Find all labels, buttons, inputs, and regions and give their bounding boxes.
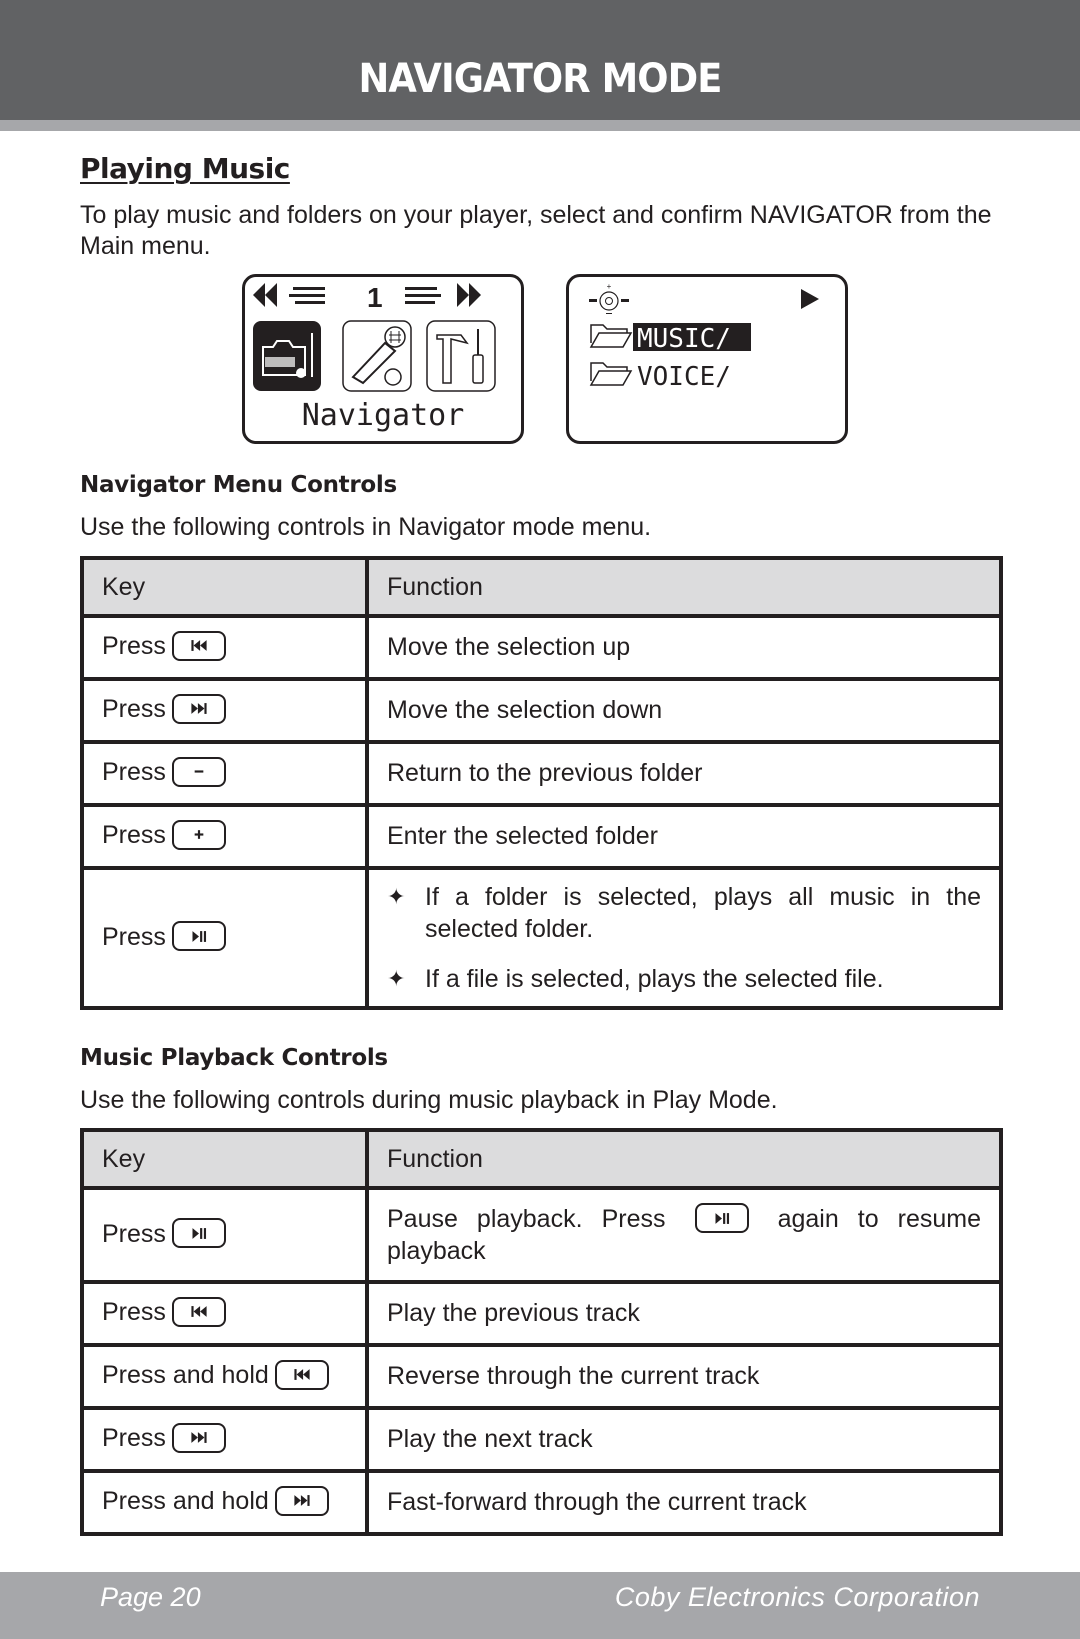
navigator-screen: + MUSIC/ VOICE/	[566, 274, 848, 444]
key-cell: Press	[80, 1406, 369, 1473]
intro-paragraph: To play music and folders on your player…	[80, 201, 992, 260]
function-cell: Play the next track	[365, 1406, 1003, 1473]
playback-controls-table: Key Function Press Pause playback. Press…	[80, 1128, 1003, 1536]
key-cell: Press and hold	[80, 1343, 369, 1410]
column-header-function: Function	[365, 1128, 1003, 1190]
page-footer: Page 20 Coby Electronics Corporation	[0, 1572, 1080, 1639]
function-bullet: ✦ If a file is selected, plays the select…	[387, 965, 884, 993]
table-row: Press Pause playback. Press again to res…	[80, 1186, 1003, 1284]
menu-lines-icon	[405, 287, 441, 304]
plus-icon	[171, 819, 226, 850]
key-label: Press	[102, 1424, 166, 1453]
playback-controls-description: Use the following controls during music …	[80, 1086, 778, 1114]
function-cell: ✦ If a folder is selected, plays all musi…	[365, 866, 1003, 1010]
key-cell: Press	[80, 740, 369, 807]
table-row: Press Enter the selected folder	[80, 803, 1003, 870]
key-label: Press	[102, 1219, 166, 1248]
play-pause-icon	[694, 1203, 749, 1234]
function-cell: Play the previous track	[365, 1280, 1003, 1347]
svg-text:+: +	[607, 282, 612, 291]
record-icon	[342, 320, 412, 392]
play-pause-icon	[171, 1218, 226, 1249]
function-cell: Move the selection up	[365, 614, 1003, 681]
menu-lines-icon	[289, 287, 325, 304]
column-header-function: Function	[365, 556, 1003, 618]
company-name: Coby Electronics Corporation	[614, 1582, 980, 1612]
header-divider	[0, 120, 1080, 131]
table-row: Press Move the selection up	[80, 614, 1003, 681]
fast-forward-icon	[457, 283, 481, 307]
key-cell: Press	[80, 1280, 369, 1347]
key-label: Press and hold	[102, 1361, 269, 1390]
menu-label: Navigator	[302, 398, 465, 433]
playback-controls-heading: Music Playback Controls	[80, 1045, 388, 1071]
table-row: Press and hold Fast-forward through the …	[80, 1469, 1003, 1536]
key-cell: Press	[80, 614, 369, 681]
function-cell: Move the selection down	[365, 677, 1003, 744]
section-title: Playing Music	[80, 152, 290, 185]
key-label: Press	[102, 1298, 166, 1327]
key-label: Press	[102, 632, 166, 661]
table-row: Press Play the next track	[80, 1406, 1003, 1473]
navigator-illustration: + MUSIC/ VOICE/	[589, 282, 819, 392]
settings-icon	[426, 320, 496, 392]
navigator-controls-description: Use the following controls in Navigator …	[80, 513, 652, 541]
key-label: Press	[102, 695, 166, 724]
function-cell: Reverse through the current track	[365, 1343, 1003, 1410]
function-cell: Enter the selected folder	[365, 803, 1003, 870]
table-header-row: Key Function	[80, 556, 1003, 618]
folder-name-music: MUSIC/	[637, 324, 731, 354]
column-header-key: Key	[80, 556, 369, 618]
table-header-row: Key Function	[80, 1128, 1003, 1190]
main-menu-illustration: 1 Navigator	[253, 282, 496, 433]
table-row: Press ✦ If a folder is selected, plays al…	[80, 866, 1003, 1010]
key-cell: Press and hold	[80, 1469, 369, 1536]
prev-icon	[171, 630, 226, 661]
star-bullet-icon: ✦	[387, 884, 406, 909]
table-row: Press Move the selection down	[80, 677, 1003, 744]
jog-dial-icon: +	[589, 282, 629, 314]
minus-icon	[171, 756, 226, 787]
key-label: Press	[102, 821, 166, 850]
function-bullet-list: ✦ If a folder is selected, plays all musi…	[387, 881, 981, 995]
table-row: Press Play the previous track	[80, 1280, 1003, 1347]
navigator-controls-heading: Navigator Menu Controls	[80, 472, 397, 498]
key-cell: Press	[80, 1186, 369, 1284]
play-pause-icon	[171, 921, 226, 952]
prev-icon	[274, 1359, 329, 1390]
function-cell: Return to the previous folder	[365, 740, 1003, 807]
table-row: Press Return to the previous folder	[80, 740, 1003, 807]
rewind-icon	[253, 283, 277, 307]
function-cell: Pause playback. Press again to resume pl…	[365, 1186, 1003, 1284]
folder-icon	[589, 362, 633, 386]
table-row: Press and hold Reverse through the curre…	[80, 1343, 1003, 1410]
navigator-icon	[253, 321, 321, 391]
column-header-key: Key	[80, 1128, 369, 1190]
main-menu-screen: 1 Navigator	[242, 274, 524, 444]
key-label: Press and hold	[102, 1487, 269, 1516]
key-cell: Press	[80, 677, 369, 744]
play-icon	[801, 289, 819, 309]
next-icon	[171, 1422, 226, 1453]
page-title: NAVIGATOR MODE	[358, 56, 722, 102]
key-cell: Press	[80, 803, 369, 870]
next-icon	[274, 1485, 329, 1516]
key-label: Press	[102, 922, 166, 951]
page-number: Page 20	[100, 1582, 201, 1612]
key-label: Press	[102, 758, 166, 787]
key-cell: Press	[80, 866, 369, 1010]
star-bullet-icon: ✦	[387, 966, 406, 991]
function-bullet: ✦ If a folder is selected, plays all musi…	[387, 883, 981, 943]
navigator-controls-table: Key Function Press Move the selection up…	[80, 556, 1003, 1010]
menu-page-number: 1	[367, 282, 383, 313]
next-icon	[171, 693, 226, 724]
prev-icon	[171, 1296, 226, 1327]
folder-icon	[589, 324, 633, 348]
function-cell: Fast-forward through the current track	[365, 1469, 1003, 1536]
folder-name-voice: VOICE/	[637, 362, 731, 392]
